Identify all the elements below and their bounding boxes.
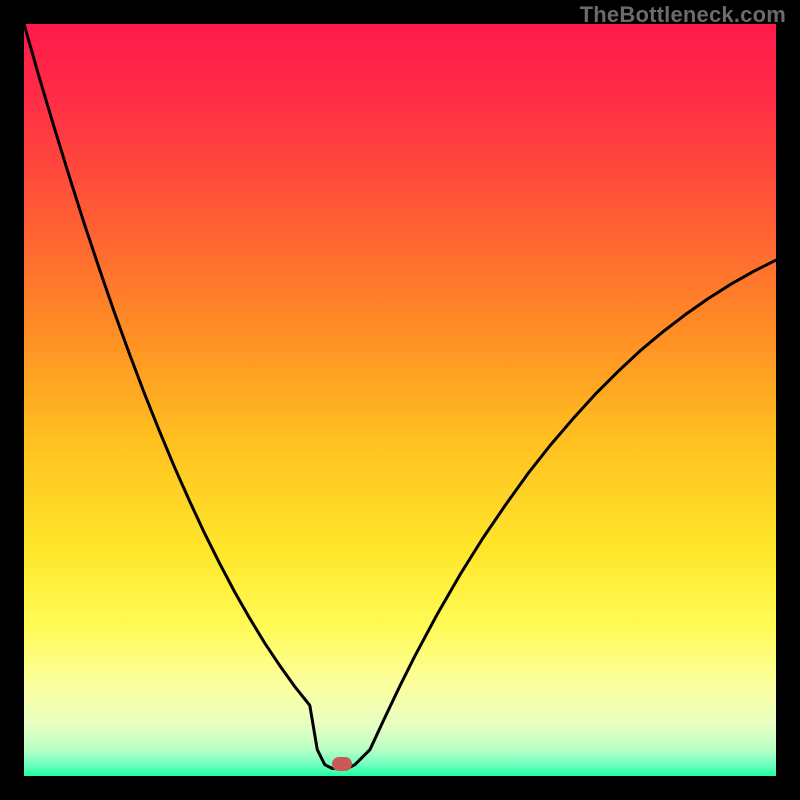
- chart-frame: TheBottleneck.com: [0, 0, 800, 800]
- bottleneck-curve: [24, 24, 776, 776]
- plot-area: [24, 24, 776, 776]
- optimum-marker: [332, 757, 352, 771]
